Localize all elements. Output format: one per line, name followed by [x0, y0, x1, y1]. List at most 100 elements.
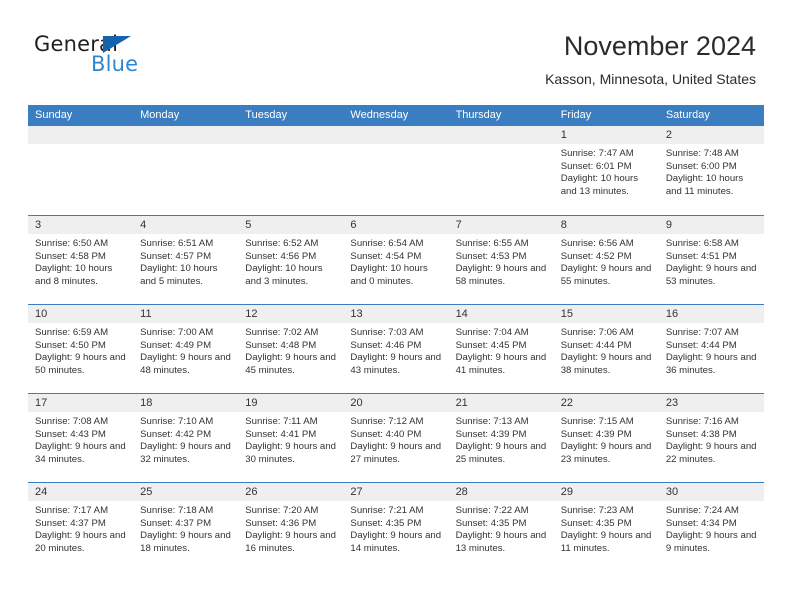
day-cell[interactable]: 3 Sunrise: 6:50 AM Sunset: 4:58 PM Dayli…	[28, 216, 134, 304]
daylight-text: Daylight: 10 hours and 0 minutes.	[350, 263, 428, 287]
sunrise-text: Sunrise: 7:20 AM	[245, 505, 319, 516]
sunrise-text: Sunrise: 7:04 AM	[455, 327, 529, 338]
sunset-text: Sunset: 4:35 PM	[455, 517, 527, 529]
sunset-text: Sunset: 4:43 PM	[35, 428, 106, 440]
sunset-text: Sunset: 4:42 PM	[140, 428, 212, 440]
calendar-grid: Sunday Monday Tuesday Wednesday Thursday…	[28, 105, 764, 571]
day-cell[interactable]: 19 Sunrise: 7:11 AM Sunset: 4:41 PM Dayl…	[238, 394, 344, 482]
day-details: Sunrise: 6:56 AM Sunset: 4:52 PM Dayligh…	[554, 234, 659, 288]
day-cell[interactable]: 15 Sunrise: 7:06 AM Sunset: 4:44 PM Dayl…	[553, 305, 659, 393]
daylight-text: Daylight: 10 hours and 13 minutes.	[560, 173, 639, 197]
sunset-text: Sunset: 4:48 PM	[245, 339, 317, 351]
page-title: November 2024	[563, 31, 756, 61]
day-details	[343, 144, 448, 148]
sunset-text: Sunset: 4:36 PM	[245, 517, 317, 529]
day-details: Sunrise: 7:02 AM Sunset: 4:48 PM Dayligh…	[238, 323, 343, 377]
day-details: Sunrise: 7:08 AM Sunset: 4:43 PM Dayligh…	[28, 412, 133, 466]
day-cell[interactable]: 11 Sunrise: 7:00 AM Sunset: 4:49 PM Dayl…	[133, 305, 239, 393]
sunset-text: Sunset: 4:38 PM	[665, 428, 737, 440]
sunrise-text: Sunrise: 7:21 AM	[350, 505, 424, 516]
day-details: Sunrise: 6:51 AM Sunset: 4:57 PM Dayligh…	[133, 234, 238, 288]
sunrise-text: Sunrise: 7:02 AM	[245, 327, 319, 338]
day-details: Sunrise: 6:52 AM Sunset: 4:56 PM Dayligh…	[238, 234, 343, 288]
sunset-text: Sunset: 4:35 PM	[350, 517, 422, 529]
daylight-text: Daylight: 9 hours and 30 minutes.	[245, 441, 336, 465]
day-details: Sunrise: 7:15 AM Sunset: 4:39 PM Dayligh…	[554, 412, 659, 466]
sunset-text: Sunset: 4:52 PM	[560, 250, 632, 262]
day-number	[28, 126, 134, 144]
day-details: Sunrise: 7:18 AM Sunset: 4:37 PM Dayligh…	[133, 501, 238, 555]
daylight-text: Daylight: 9 hours and 53 minutes.	[665, 263, 757, 287]
day-details: Sunrise: 6:55 AM Sunset: 4:53 PM Dayligh…	[449, 234, 554, 288]
day-cell[interactable]: 6 Sunrise: 6:54 AM Sunset: 4:54 PM Dayli…	[343, 216, 449, 304]
day-cell[interactable]: 1 Sunrise: 7:47 AM Sunset: 6:01 PM Dayli…	[553, 126, 659, 215]
daylight-text: Daylight: 9 hours and 11 minutes.	[560, 530, 652, 554]
day-details: Sunrise: 7:16 AM Sunset: 4:38 PM Dayligh…	[659, 412, 764, 466]
day-cell[interactable]: 20 Sunrise: 7:12 AM Sunset: 4:40 PM Dayl…	[343, 394, 449, 482]
day-cell[interactable]: 21 Sunrise: 7:13 AM Sunset: 4:39 PM Dayl…	[448, 394, 554, 482]
day-cell[interactable]: 10 Sunrise: 6:59 AM Sunset: 4:50 PM Dayl…	[28, 305, 134, 393]
daylight-text: Daylight: 9 hours and 13 minutes.	[455, 530, 547, 554]
day-cell[interactable]: 24 Sunrise: 7:17 AM Sunset: 4:37 PM Dayl…	[28, 483, 134, 571]
day-cell[interactable]: 28 Sunrise: 7:22 AM Sunset: 4:35 PM Dayl…	[448, 483, 554, 571]
day-cell[interactable]: 7 Sunrise: 6:55 AM Sunset: 4:53 PM Dayli…	[448, 216, 554, 304]
day-details	[449, 144, 554, 148]
day-number: 2	[658, 126, 764, 144]
daylight-text: Daylight: 9 hours and 23 minutes.	[560, 441, 652, 465]
daylight-text: Daylight: 9 hours and 43 minutes.	[350, 352, 442, 376]
day-cell[interactable]: 2 Sunrise: 7:48 AM Sunset: 6:00 PM Dayli…	[658, 126, 764, 215]
day-number: 22	[553, 394, 659, 412]
day-cell	[343, 126, 449, 215]
week-row: 24 Sunrise: 7:17 AM Sunset: 4:37 PM Dayl…	[28, 482, 764, 571]
day-cell[interactable]: 16 Sunrise: 7:07 AM Sunset: 4:44 PM Dayl…	[658, 305, 764, 393]
sunrise-text: Sunrise: 7:11 AM	[245, 416, 318, 427]
day-number: 25	[133, 483, 239, 501]
day-cell[interactable]: 5 Sunrise: 6:52 AM Sunset: 4:56 PM Dayli…	[238, 216, 344, 304]
day-details: Sunrise: 7:00 AM Sunset: 4:49 PM Dayligh…	[133, 323, 238, 377]
day-number: 26	[238, 483, 344, 501]
day-cell[interactable]: 4 Sunrise: 6:51 AM Sunset: 4:57 PM Dayli…	[133, 216, 239, 304]
day-number: 16	[658, 305, 764, 323]
sunrise-text: Sunrise: 7:24 AM	[665, 505, 739, 516]
day-details: Sunrise: 7:11 AM Sunset: 4:41 PM Dayligh…	[238, 412, 343, 466]
day-cell[interactable]: 8 Sunrise: 6:56 AM Sunset: 4:52 PM Dayli…	[553, 216, 659, 304]
day-number: 19	[238, 394, 344, 412]
weekday-header-wednesday: Wednesday	[350, 109, 409, 121]
sunrise-text: Sunrise: 7:13 AM	[455, 416, 529, 427]
day-details: Sunrise: 7:22 AM Sunset: 4:35 PM Dayligh…	[449, 501, 554, 555]
sunrise-text: Sunrise: 7:16 AM	[665, 416, 739, 427]
day-cell[interactable]: 26 Sunrise: 7:20 AM Sunset: 4:36 PM Dayl…	[238, 483, 344, 571]
daylight-text: Daylight: 9 hours and 55 minutes.	[560, 263, 652, 287]
sunrise-text: Sunrise: 6:50 AM	[35, 238, 109, 249]
day-details: Sunrise: 6:59 AM Sunset: 4:50 PM Dayligh…	[28, 323, 133, 377]
daylight-text: Daylight: 9 hours and 41 minutes.	[455, 352, 547, 376]
day-cell[interactable]: 27 Sunrise: 7:21 AM Sunset: 4:35 PM Dayl…	[343, 483, 449, 571]
day-cell[interactable]: 17 Sunrise: 7:08 AM Sunset: 4:43 PM Dayl…	[28, 394, 134, 482]
day-cell[interactable]: 18 Sunrise: 7:10 AM Sunset: 4:42 PM Dayl…	[133, 394, 239, 482]
day-cell	[28, 126, 134, 215]
sunset-text: Sunset: 4:37 PM	[140, 517, 212, 529]
daylight-text: Daylight: 9 hours and 38 minutes.	[560, 352, 652, 376]
sunrise-text: Sunrise: 7:07 AM	[665, 327, 739, 338]
daylight-text: Daylight: 9 hours and 27 minutes.	[350, 441, 442, 465]
day-cell[interactable]: 25 Sunrise: 7:18 AM Sunset: 4:37 PM Dayl…	[133, 483, 239, 571]
week-row: 3 Sunrise: 6:50 AM Sunset: 4:58 PM Dayli…	[28, 215, 764, 304]
day-cell[interactable]: 22 Sunrise: 7:15 AM Sunset: 4:39 PM Dayl…	[553, 394, 659, 482]
day-cell[interactable]: 12 Sunrise: 7:02 AM Sunset: 4:48 PM Dayl…	[238, 305, 344, 393]
sunrise-text: Sunrise: 6:56 AM	[560, 238, 634, 249]
general-blue-logo[interactable]: General Blue	[34, 32, 224, 90]
day-cell[interactable]: 23 Sunrise: 7:16 AM Sunset: 4:38 PM Dayl…	[658, 394, 764, 482]
day-number: 27	[343, 483, 449, 501]
day-cell[interactable]: 9 Sunrise: 6:58 AM Sunset: 4:51 PM Dayli…	[658, 216, 764, 304]
sunrise-text: Sunrise: 7:15 AM	[560, 416, 634, 427]
daylight-text: Daylight: 9 hours and 20 minutes.	[35, 530, 126, 554]
daylight-text: Daylight: 9 hours and 14 minutes.	[350, 530, 442, 554]
day-cell[interactable]: 13 Sunrise: 7:03 AM Sunset: 4:46 PM Dayl…	[343, 305, 449, 393]
day-cell[interactable]: 29 Sunrise: 7:23 AM Sunset: 4:35 PM Dayl…	[553, 483, 659, 571]
day-cell[interactable]: 14 Sunrise: 7:04 AM Sunset: 4:45 PM Dayl…	[448, 305, 554, 393]
day-number: 23	[658, 394, 764, 412]
day-cell[interactable]: 30 Sunrise: 7:24 AM Sunset: 4:34 PM Dayl…	[658, 483, 764, 571]
logo-text-blue: Blue	[91, 52, 139, 76]
daylight-text: Daylight: 9 hours and 58 minutes.	[455, 263, 547, 287]
day-number: 1	[553, 126, 659, 144]
